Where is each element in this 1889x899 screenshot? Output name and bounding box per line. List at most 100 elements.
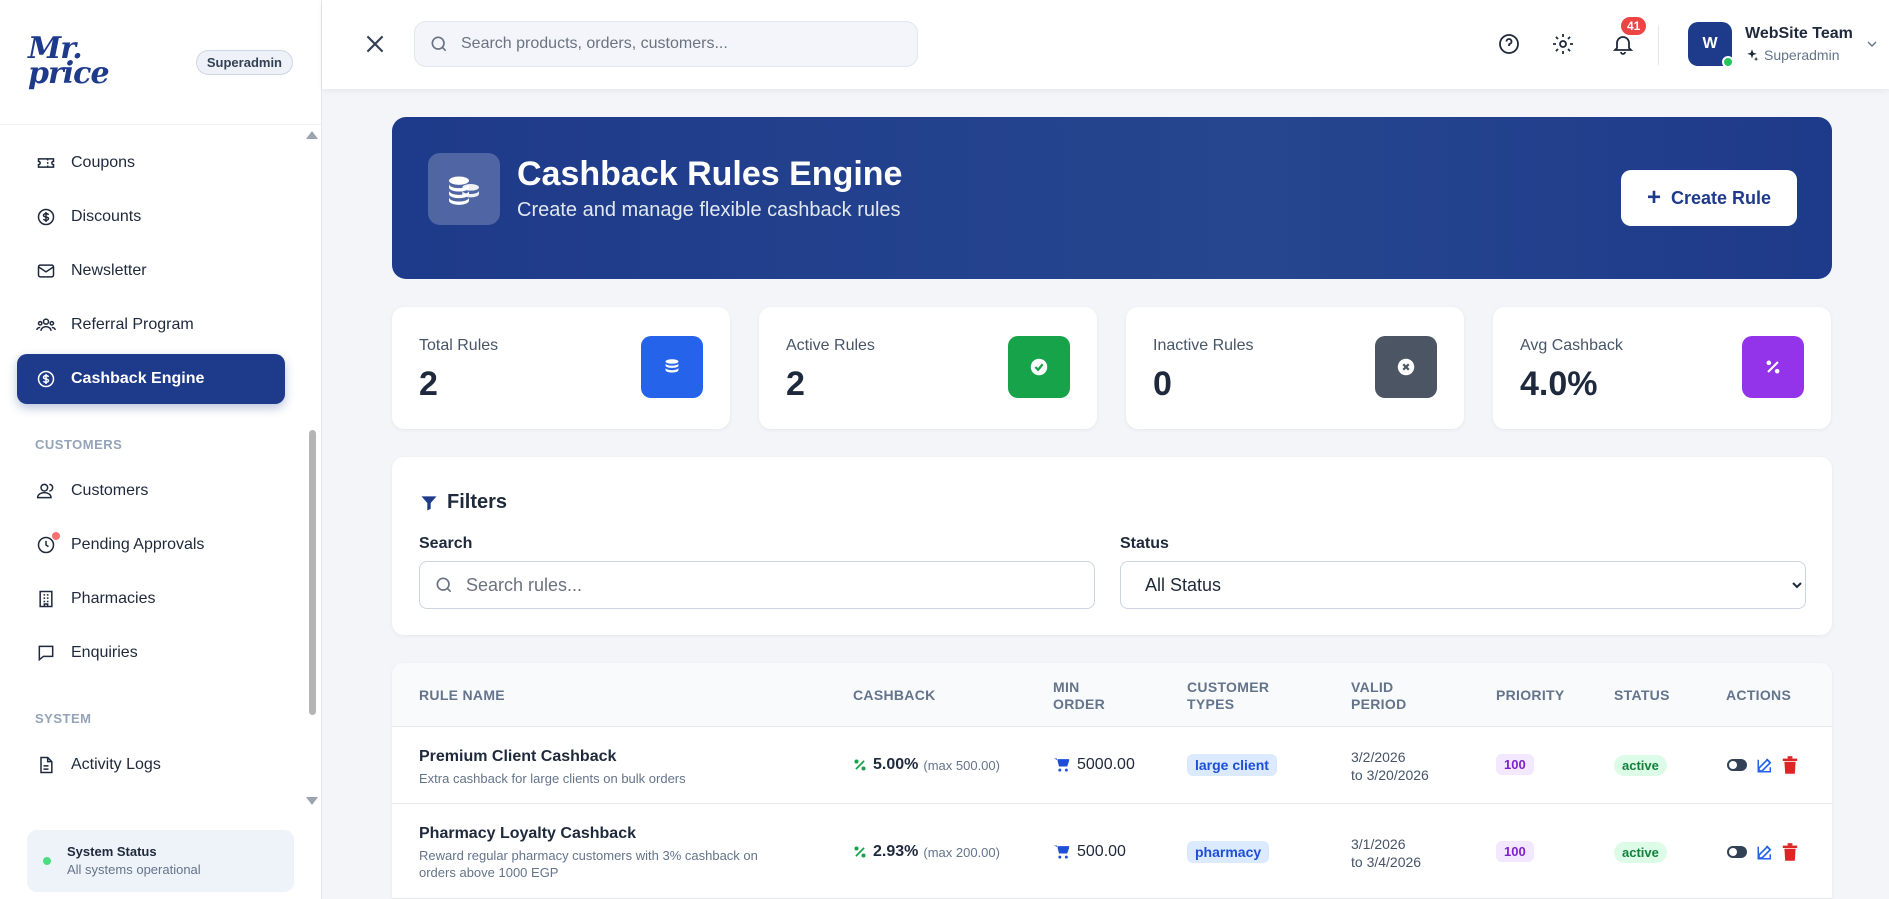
- percent-icon: [1742, 336, 1804, 398]
- trash-icon[interactable]: [1782, 843, 1798, 861]
- stat-card-active-rules: Active Rules 2: [759, 307, 1097, 429]
- help-icon[interactable]: [1497, 32, 1521, 56]
- toggle-icon[interactable]: [1726, 758, 1748, 772]
- user-role-label: Superadmin: [1764, 47, 1840, 63]
- status-select[interactable]: All Status: [1120, 561, 1806, 609]
- min-order-cell: 5000.00: [1053, 756, 1135, 774]
- col-cashback[interactable]: CASHBACK: [853, 687, 936, 704]
- sidebar-scrollbar[interactable]: [309, 430, 316, 715]
- trash-icon[interactable]: [1782, 756, 1798, 774]
- mail-icon: [35, 260, 57, 282]
- cashback-value: 5.00%: [873, 756, 919, 773]
- cashback-cell: 5.00% (max 500.00): [853, 756, 1000, 774]
- status-badge: active: [1614, 755, 1667, 776]
- sidebar-item-activity-logs[interactable]: Activity Logs: [17, 740, 285, 790]
- row-actions: [1726, 843, 1798, 861]
- pending-indicator: [52, 532, 60, 540]
- edit-icon[interactable]: [1756, 843, 1774, 861]
- rule-name: Pharmacy Loyalty Cashback: [419, 825, 636, 842]
- valid-from: 3/1/2026: [1351, 836, 1406, 852]
- global-search[interactable]: [414, 21, 918, 67]
- coins-icon: [428, 153, 500, 225]
- col-valid-period[interactable]: VALID PERIOD: [1351, 679, 1406, 713]
- sidebar-item-customers[interactable]: Customers: [17, 466, 285, 516]
- sidebar-item-enquiries[interactable]: Enquiries: [17, 628, 285, 678]
- sidebar: Mr. price Superadmin Coupons Discounts N…: [0, 0, 322, 899]
- online-indicator: [1722, 56, 1734, 68]
- brand-logo[interactable]: Mr. price: [28, 34, 110, 89]
- sidebar-item-referral-program[interactable]: Referral Program: [17, 300, 285, 350]
- stat-card-inactive-rules: Inactive Rules 0: [1126, 307, 1464, 429]
- sidebar-item-discounts[interactable]: Discounts: [17, 192, 285, 242]
- filter-icon: [421, 495, 437, 510]
- gear-icon[interactable]: [1551, 32, 1575, 56]
- sidebar-item-label: Enquiries: [71, 644, 138, 661]
- col-min-order[interactable]: MIN ORDER: [1053, 679, 1105, 713]
- stat-label: Active Rules: [786, 337, 875, 354]
- section-customers: CUSTOMERS: [35, 437, 123, 452]
- row-actions: [1726, 756, 1798, 774]
- chevron-down-icon[interactable]: [1864, 36, 1880, 52]
- rule-name-cell: Premium Client Cashback Extra cashback f…: [419, 748, 779, 787]
- table-row: Premium Client Cashback Extra cashback f…: [392, 727, 1832, 804]
- col-customer-types[interactable]: CUSTOMER TYPES: [1187, 679, 1269, 713]
- stat-value: 2: [419, 365, 438, 403]
- sidebar-item-cashback-engine[interactable]: Cashback Engine: [17, 354, 285, 404]
- toggle-icon[interactable]: [1726, 845, 1748, 859]
- notification-badge: 41: [1621, 17, 1647, 35]
- priority-cell: 100: [1496, 754, 1534, 775]
- stat-label: Inactive Rules: [1153, 337, 1254, 354]
- col-status[interactable]: STATUS: [1614, 687, 1670, 704]
- create-rule-button[interactable]: + Create Rule: [1621, 170, 1797, 226]
- percent-icon: [854, 759, 866, 771]
- rule-name-cell: Pharmacy Loyalty Cashback Reward regular…: [419, 825, 779, 881]
- check-circle-icon: [1008, 336, 1070, 398]
- close-icon[interactable]: [362, 31, 388, 57]
- col-actions: ACTIONS: [1726, 687, 1792, 703]
- col-customer-types-line1: CUSTOMER: [1187, 679, 1270, 695]
- status-cell: active: [1614, 755, 1667, 776]
- role-badge: Superadmin: [195, 49, 293, 75]
- sidebar-item-label: Pharmacies: [71, 590, 156, 607]
- users-icon: [35, 314, 57, 336]
- plus-icon: +: [1646, 184, 1661, 211]
- create-rule-label: Create Rule: [1670, 187, 1772, 208]
- avatar[interactable]: W: [1688, 22, 1734, 68]
- sidebar-item-pending-approvals[interactable]: Pending Approvals: [17, 520, 285, 570]
- sidebar-item-pharmacies[interactable]: Pharmacies: [17, 574, 285, 624]
- sidebar-item-coupons[interactable]: Coupons: [17, 138, 285, 188]
- col-min-order-line2: ORDER: [1053, 696, 1106, 712]
- search-input[interactable]: [461, 35, 891, 53]
- coins-icon: [641, 336, 703, 398]
- bell-icon[interactable]: [1611, 32, 1635, 56]
- avatar-initial: W: [1702, 35, 1718, 52]
- user-name[interactable]: WebSite Team: [1745, 25, 1853, 43]
- priority-badge: 100: [1496, 754, 1534, 775]
- stat-label: Avg Cashback: [1520, 337, 1623, 354]
- scroll-down-arrow[interactable]: [306, 797, 318, 805]
- edit-icon[interactable]: [1756, 756, 1774, 774]
- sidebar-item-newsletter[interactable]: Newsletter: [17, 246, 285, 296]
- cashback-value: 2.93%: [873, 843, 919, 860]
- status-label: Status: [1120, 535, 1169, 552]
- system-status: System Status All systems operational: [27, 830, 294, 892]
- valid-period-cell: 3/1/2026 to 3/4/2026: [1351, 835, 1421, 871]
- x-circle-icon: [1375, 336, 1437, 398]
- sidebar-item-label: Referral Program: [71, 316, 194, 333]
- priority-cell: 100: [1496, 841, 1534, 862]
- customer-type-cell: large client: [1187, 754, 1277, 776]
- filters-title: Filters: [419, 491, 507, 514]
- rule-description: Reward regular pharmacy customers with 3…: [419, 848, 758, 880]
- scroll-up-arrow[interactable]: [306, 131, 318, 139]
- cashback-max: (max 500.00): [923, 757, 1000, 773]
- col-priority[interactable]: PRIORITY: [1496, 687, 1565, 704]
- rules-search-input[interactable]: [466, 574, 1066, 596]
- col-rule-name[interactable]: RULE NAME: [419, 687, 505, 704]
- stat-label: Total Rules: [419, 337, 499, 354]
- dollar-circle-icon: [35, 206, 57, 228]
- top-header: 41 W WebSite Team Superadmin: [322, 0, 1889, 89]
- rules-search[interactable]: [419, 561, 1095, 609]
- customer-type-badge: large client: [1187, 754, 1277, 776]
- percent-icon: [854, 846, 866, 858]
- valid-to: to 3/20/2026: [1351, 767, 1429, 783]
